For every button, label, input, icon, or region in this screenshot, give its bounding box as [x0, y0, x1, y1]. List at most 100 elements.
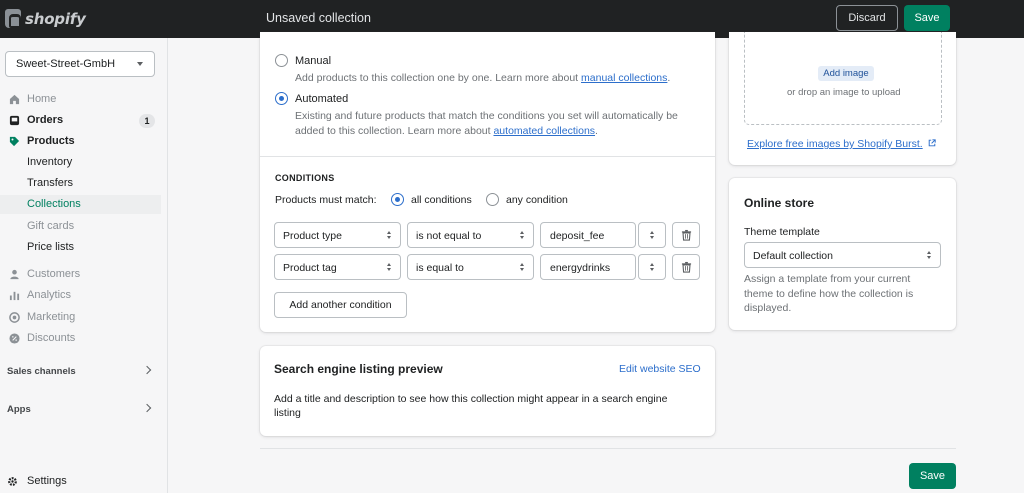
condition-value-input[interactable]: deposit_fee	[540, 222, 636, 248]
condition-operator-select[interactable]: is not equal to	[407, 222, 534, 248]
seo-description-line2: listing	[274, 407, 301, 419]
theme-template-select[interactable]: Default collection	[744, 242, 941, 268]
orders-icon	[9, 115, 20, 126]
add-image-button[interactable]: Add image	[818, 66, 874, 81]
apps-label: Apps	[7, 404, 31, 415]
shopify-logo[interactable]: shopify	[5, 9, 86, 28]
select-arrows-icon	[927, 251, 932, 260]
select-arrows-icon	[520, 231, 525, 240]
store-name: Sweet-Street-GmbH	[16, 58, 116, 70]
sidebar-item-analytics[interactable]: Analytics	[0, 286, 161, 305]
edit-seo-link[interactable]: Edit website SEO	[619, 363, 701, 375]
sidebar-item-customers[interactable]: Customers	[0, 265, 161, 284]
must-match-label: Products must match:	[275, 194, 377, 206]
sidebar-item-label: Settings	[27, 475, 67, 487]
delete-condition-button[interactable]	[672, 254, 700, 280]
sidebar-item-products[interactable]: Products	[0, 132, 161, 151]
conditions-heading: CONDITIONS	[275, 173, 335, 183]
manual-radio[interactable]	[275, 54, 288, 67]
page-title: Unsaved collection	[266, 11, 371, 25]
burst-link-wrap[interactable]: Explore free images by Shopify Burst.	[747, 138, 936, 150]
automated-label: Automated	[295, 93, 349, 105]
sidebar-item-label: Gift cards	[27, 220, 75, 232]
condition-operator-value: is equal to	[416, 262, 464, 274]
condition-field-select[interactable]: Product type	[274, 222, 401, 248]
condition-value-input[interactable]: energydrinks	[540, 254, 636, 280]
automated-help-suffix: .	[595, 125, 598, 137]
sidebar-item-price-lists[interactable]: Price lists	[0, 238, 161, 257]
sidebar: Sweet-Street-GmbH Home Orders 1 Products…	[0, 38, 168, 493]
image-card: Add image or drop an image to upload Exp…	[729, 32, 956, 165]
condition-field-select[interactable]: Product tag	[274, 254, 401, 280]
select-arrows-icon	[387, 231, 392, 240]
footer-divider	[260, 448, 956, 449]
sidebar-item-label: Home	[27, 93, 57, 105]
condition-value-select[interactable]	[638, 254, 666, 280]
store-selector[interactable]: Sweet-Street-GmbH	[5, 51, 155, 77]
select-arrows-icon	[650, 263, 655, 272]
discount-icon	[9, 333, 20, 344]
person-icon	[10, 269, 19, 280]
any-condition-radio[interactable]	[486, 193, 499, 206]
all-conditions-label: all conditions	[411, 194, 472, 206]
manual-collections-link[interactable]: manual collections	[581, 72, 667, 84]
condition-operator-select[interactable]: is equal to	[407, 254, 534, 280]
divider	[260, 156, 715, 157]
sidebar-item-label: Products	[27, 135, 75, 147]
burst-link[interactable]: Explore free images by Shopify Burst.	[747, 138, 923, 150]
select-arrows-icon	[650, 231, 655, 240]
collection-type-card: Manual Add products to this collection o…	[260, 32, 715, 332]
any-condition-label: any condition	[506, 194, 568, 206]
sidebar-item-collections[interactable]: Collections	[0, 195, 161, 214]
sidebar-item-gift-cards[interactable]: Gift cards	[0, 217, 161, 236]
manual-help: Add products to this collection one by o…	[295, 70, 670, 86]
trash-icon	[681, 229, 692, 241]
manual-label: Manual	[295, 55, 332, 67]
sidebar-item-label: Orders	[27, 114, 64, 126]
sidebar-item-marketing[interactable]: Marketing	[0, 308, 161, 327]
sales-channels-label: Sales channels	[7, 366, 76, 377]
automated-collections-link[interactable]: automated collections	[493, 125, 595, 137]
theme-template-value: Default collection	[753, 250, 833, 262]
sidebar-item-label: Marketing	[27, 311, 76, 323]
brand-name: shopify	[25, 9, 86, 28]
all-conditions-radio[interactable]	[391, 193, 404, 206]
tag-icon	[9, 136, 20, 147]
gear-icon	[8, 477, 17, 486]
sidebar-item-label: Customers	[27, 268, 81, 280]
automated-radio[interactable]	[275, 92, 288, 105]
external-link-icon	[928, 139, 936, 147]
orders-count-badge: 1	[139, 114, 155, 128]
automated-help-line1: Existing and future products that match …	[295, 110, 678, 122]
sales-channels-link[interactable]: Sales channels	[0, 362, 161, 380]
delete-condition-button[interactable]	[672, 222, 700, 248]
theme-template-label: Theme template	[744, 226, 820, 238]
discard-button[interactable]: Discard	[836, 5, 898, 31]
drop-hint: or drop an image to upload	[787, 87, 901, 98]
select-arrows-icon	[520, 263, 525, 272]
sidebar-item-inventory[interactable]: Inventory	[0, 153, 161, 172]
add-condition-button[interactable]: Add another condition	[274, 292, 407, 318]
automated-help-line2: added to this collection. Learn more abo…	[295, 123, 598, 139]
template-help-line2: theme to define how the collection is	[744, 288, 914, 300]
image-dropzone[interactable]: Add image or drop an image to upload	[744, 32, 942, 125]
condition-field-value: Product type	[283, 230, 342, 242]
shopping-bag-icon	[5, 9, 21, 28]
sidebar-item-home[interactable]: Home	[0, 90, 161, 109]
footer-save-button[interactable]: Save	[909, 463, 956, 489]
sidebar-item-label: Inventory	[27, 156, 73, 168]
condition-value-select[interactable]	[638, 222, 666, 248]
sidebar-item-label: Discounts	[27, 332, 76, 344]
sidebar-item-label: Analytics	[27, 289, 72, 301]
apps-link[interactable]: Apps	[0, 400, 161, 418]
sidebar-item-label: Transfers	[27, 177, 74, 189]
caret-down-icon	[137, 62, 143, 66]
trash-icon	[681, 261, 692, 273]
manual-help-text: Add products to this collection one by o…	[295, 72, 582, 84]
sidebar-item-orders[interactable]: Orders 1	[0, 111, 161, 130]
save-button[interactable]: Save	[904, 5, 950, 31]
template-help-line1: Assign a template from your current	[744, 273, 911, 285]
sidebar-item-transfers[interactable]: Transfers	[0, 174, 161, 193]
sidebar-item-discounts[interactable]: Discounts	[0, 329, 161, 348]
sidebar-item-settings[interactable]: Settings	[0, 472, 161, 491]
